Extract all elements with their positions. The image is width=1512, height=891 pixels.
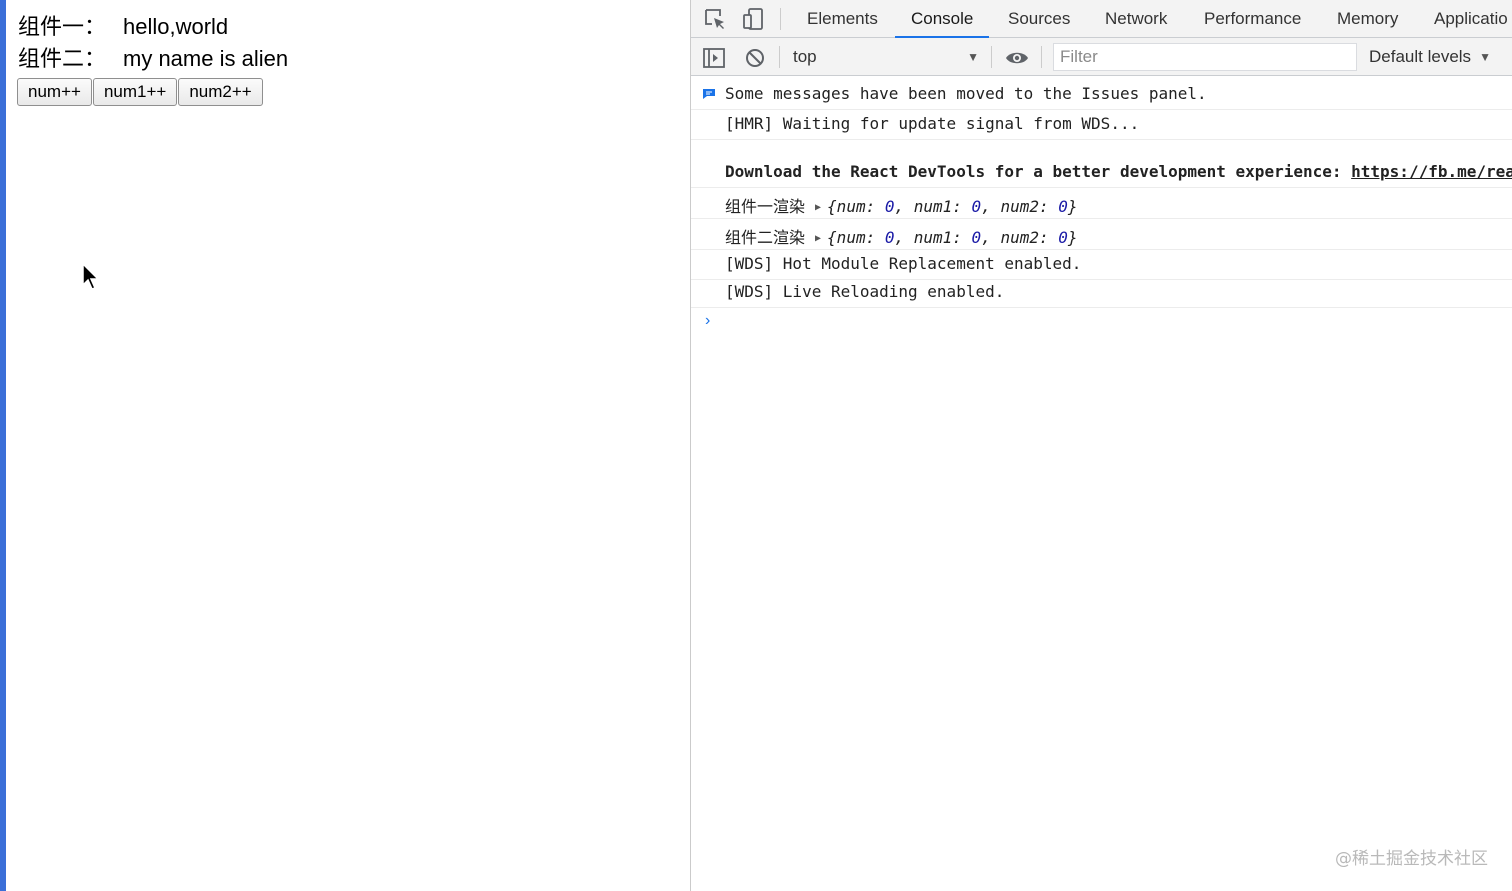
console-message-text: [WDS] Live Reloading enabled. xyxy=(725,282,1005,301)
console-message-text: 组件一渲染 ▶ {num: 0, num1: 0, num2: 0} xyxy=(725,193,1078,217)
react-devtools-link[interactable]: https://fb.me/react-devtools xyxy=(1351,162,1512,181)
num1-value: 0 xyxy=(971,197,982,216)
mouse-cursor-icon xyxy=(82,263,100,290)
toolbar-separator xyxy=(1041,46,1042,68)
log-object[interactable]: {num: 0, num1: 0, num2: 0} xyxy=(827,197,1077,216)
tab-application[interactable]: Applicatio xyxy=(1434,0,1508,37)
tab-console[interactable]: Console xyxy=(894,0,990,38)
num1-increment-button[interactable]: num1++ xyxy=(92,78,178,106)
tab-memory[interactable]: Memory xyxy=(1337,0,1398,37)
message-info-icon xyxy=(703,89,715,99)
tab-network[interactable]: Network xyxy=(1105,0,1167,37)
console-log-row: 组件二渲染 ▶ {num: 0, num1: 0, num2: 0} xyxy=(691,219,1512,250)
num1-value: 0 xyxy=(971,228,982,247)
num2-increment-button[interactable]: num2++ xyxy=(178,78,263,106)
tab-performance[interactable]: Performance xyxy=(1204,0,1301,37)
console-log-row: 组件一渲染 ▶ {num: 0, num1: 0, num2: 0} xyxy=(691,188,1512,219)
console-output: Some messages have been moved to the Iss… xyxy=(691,76,1512,308)
log-label: 组件二渲染 xyxy=(725,228,806,247)
toolbar-separator xyxy=(779,46,780,68)
chevron-down-icon: ▼ xyxy=(967,50,979,64)
console-toolbar: top ▼ Default levels ▼ xyxy=(691,38,1512,76)
console-message-text: 组件二渲染 ▶ {num: 0, num1: 0, num2: 0} xyxy=(725,224,1078,248)
component-two-label: 组件二： xyxy=(18,46,107,71)
console-message-text: [HMR] Waiting for update signal from WDS… xyxy=(725,114,1140,133)
log-levels-value: Default levels xyxy=(1369,46,1472,66)
watermark: @稀土掘金技术社区 xyxy=(1335,849,1488,869)
execution-context-select[interactable]: top ▼ xyxy=(793,38,983,75)
console-message: [WDS] Live Reloading enabled. xyxy=(691,280,1512,308)
console-message: [WDS] Hot Module Replacement enabled. xyxy=(691,250,1512,280)
component-one-value: hello,world xyxy=(123,14,229,39)
console-message: [HMR] Waiting for update signal from WDS… xyxy=(691,110,1512,140)
component-two-line: 组件二： my name is alien xyxy=(18,46,288,72)
console-message: Download the React DevTools for a better… xyxy=(691,140,1512,188)
log-label: 组件一渲染 xyxy=(725,197,806,216)
sidebar-toggle-icon[interactable] xyxy=(702,46,726,70)
num-value: 0 xyxy=(884,197,895,216)
console-prompt-icon[interactable]: › xyxy=(705,312,710,330)
chevron-down-icon: ▼ xyxy=(1479,49,1491,64)
expand-triangle-icon[interactable]: ▶ xyxy=(815,233,821,244)
console-message-text: Some messages have been moved to the Iss… xyxy=(725,84,1207,103)
button-row: num++ num1++ num2++ xyxy=(17,78,263,106)
live-expression-eye-icon[interactable] xyxy=(1005,46,1029,70)
console-filter-input[interactable] xyxy=(1053,43,1357,71)
log-object[interactable]: {num: 0, num1: 0, num2: 0} xyxy=(827,228,1077,247)
screen: 组件一： hello,world 组件二： my name is alien num… xyxy=(0,0,1512,891)
tabbar-separator xyxy=(780,8,781,30)
devtools-tabbar: Elements Console Sources Network Perform… xyxy=(691,0,1512,38)
tab-sources[interactable]: Sources xyxy=(1008,0,1070,37)
num-increment-button[interactable]: num++ xyxy=(17,78,92,106)
react-devtools-text: Download the React DevTools for a better… xyxy=(725,162,1352,181)
expand-triangle-icon[interactable]: ▶ xyxy=(815,202,821,213)
devtools-panel: Elements Console Sources Network Perform… xyxy=(690,0,1512,891)
num-value: 0 xyxy=(884,228,895,247)
clear-console-icon[interactable] xyxy=(743,46,767,70)
component-one-label: 组件一： xyxy=(18,14,107,39)
log-levels-dropdown[interactable]: Default levels ▼ xyxy=(1369,38,1491,75)
toolbar-separator xyxy=(991,46,992,68)
console-message-text: Download the React DevTools for a better… xyxy=(725,162,1512,181)
component-one-line: 组件一： hello,world xyxy=(18,14,228,40)
console-message: Some messages have been moved to the Iss… xyxy=(691,76,1512,110)
tab-elements[interactable]: Elements xyxy=(807,0,878,37)
device-toolbar-icon[interactable] xyxy=(741,7,765,31)
num2-value: 0 xyxy=(1058,228,1068,247)
component-two-value: my name is alien xyxy=(123,46,289,71)
execution-context-value: top xyxy=(793,46,817,66)
console-message-text: [WDS] Hot Module Replacement enabled. xyxy=(725,254,1082,273)
inspect-element-icon[interactable] xyxy=(703,7,727,31)
app-page: 组件一： hello,world 组件二： my name is alien num… xyxy=(6,0,690,891)
num2-value: 0 xyxy=(1058,197,1068,216)
